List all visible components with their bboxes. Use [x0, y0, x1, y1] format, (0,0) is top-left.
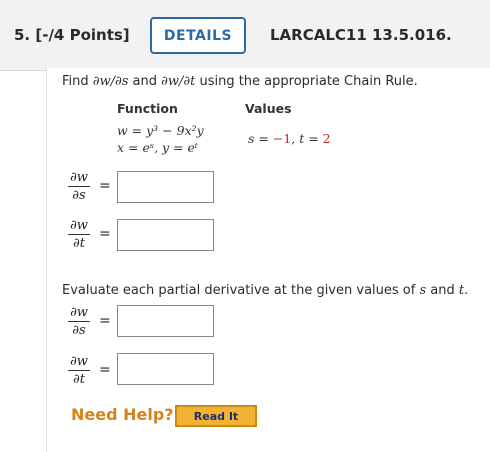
read-it-button[interactable]: Read It: [175, 405, 257, 427]
value-t: 2: [322, 131, 331, 146]
fraction-bar: [68, 370, 90, 371]
equals-sign: =: [99, 313, 111, 329]
prompt-text-and: and: [128, 74, 162, 89]
question-header: 5. [-/4 Points] DETAILS LARCALC11 13.5.0…: [0, 0, 490, 71]
value-separator: , t =: [291, 131, 323, 146]
dw-dt-answer-input[interactable]: [117, 219, 214, 251]
fraction-bar: [68, 234, 90, 235]
dw-ds-evaluated-input[interactable]: [117, 305, 214, 337]
dw-ds-answer-input[interactable]: [117, 171, 214, 203]
fraction-denominator: ∂s: [72, 188, 86, 203]
fraction-denominator: ∂s: [72, 323, 86, 338]
fraction-denominator: ∂t: [73, 236, 85, 251]
function-line-xy: x = eˢ, y = eᵗ: [117, 140, 198, 155]
equals-sign: =: [99, 178, 111, 194]
dw-ds-fraction: ∂w ∂s: [68, 171, 90, 203]
question-body: [46, 68, 490, 452]
fraction-denominator: ∂t: [73, 372, 85, 387]
dw-dt-evaluated-input[interactable]: [117, 353, 214, 385]
question-label: 5. [-/4 Points]: [14, 26, 130, 44]
need-help-label: Need Help?: [71, 405, 174, 424]
evaluate-text-end: .: [464, 283, 469, 298]
evaluate-text-pre: Evaluate each partial derivative at the …: [62, 283, 420, 298]
fraction-numerator: ∂w: [70, 305, 88, 320]
course-code: LARCALC11 13.5.016.: [270, 26, 452, 44]
prompt-dw-ds: ∂w/∂s: [92, 74, 129, 89]
fraction-bar: [68, 321, 90, 322]
fraction-numerator: ∂w: [70, 218, 88, 233]
function-line-w: w = y³ − 9x²y: [117, 123, 204, 138]
dw-dt-evaluated-fraction: ∂w ∂t: [68, 355, 90, 387]
values-line: s = −1, t = 2: [248, 131, 331, 146]
prompt-dw-dt: ∂w/∂t: [161, 74, 196, 89]
fraction-bar: [68, 186, 90, 187]
evaluate-text-and: and: [426, 283, 459, 298]
dw-dt-fraction: ∂w ∂t: [68, 219, 90, 251]
fraction-numerator: ∂w: [70, 170, 88, 185]
prompt-text-post: using the appropriate Chain Rule.: [195, 74, 418, 89]
evaluate-instruction: Evaluate each partial derivative at the …: [62, 283, 468, 298]
value-s-label: s =: [248, 131, 273, 146]
function-header: Function: [117, 101, 178, 116]
equals-sign: =: [99, 362, 111, 378]
equals-sign: =: [99, 226, 111, 242]
prompt-text-pre: Find: [62, 74, 93, 89]
values-header: Values: [245, 101, 292, 116]
value-s: −1: [272, 131, 292, 146]
problem-prompt: Find ∂w/∂s and ∂w/∂t using the appropria…: [62, 74, 418, 89]
details-button[interactable]: DETAILS: [150, 17, 246, 54]
dw-ds-evaluated-fraction: ∂w ∂s: [68, 306, 90, 338]
fraction-numerator: ∂w: [70, 354, 88, 369]
